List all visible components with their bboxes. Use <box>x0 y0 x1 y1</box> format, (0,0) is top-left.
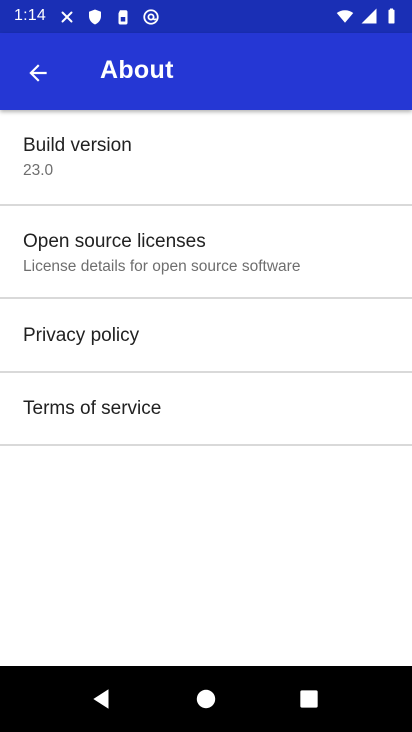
status-time: 1:14 <box>14 7 46 24</box>
open-source-licenses-title: Open source licenses <box>23 231 206 252</box>
nav-home-icon <box>196 689 216 709</box>
build-version-title: Build version <box>23 135 132 156</box>
nav-back-icon <box>93 689 109 709</box>
battery-icon <box>384 7 402 25</box>
app-bar: About <box>0 33 412 110</box>
terms-of-service-item[interactable]: Terms of service <box>0 373 412 446</box>
terms-of-service-title: Terms of service <box>23 398 162 419</box>
sim-card-icon <box>114 8 132 26</box>
notification-icons <box>58 8 160 26</box>
signal-icon <box>360 7 378 25</box>
open-source-licenses-item[interactable]: Open source licenses License details for… <box>0 206 412 299</box>
build-version-item[interactable]: Build version 23.0 <box>0 110 412 206</box>
preferences-list: Build version 23.0 Open source licenses … <box>0 110 412 666</box>
at-sign-icon <box>142 8 160 26</box>
navigation-bar <box>0 666 412 732</box>
wifi-icon <box>336 7 354 25</box>
page-title: About <box>100 56 174 84</box>
close-x-icon <box>58 8 76 26</box>
status-bar: 1:14 <box>0 0 412 33</box>
nav-home-button[interactable] <box>190 683 222 715</box>
shield-icon <box>86 8 104 26</box>
privacy-policy-title: Privacy policy <box>23 325 140 346</box>
system-icons <box>336 7 402 25</box>
open-source-licenses-summary: License details for open source software <box>23 258 301 275</box>
privacy-policy-item[interactable]: Privacy policy <box>0 299 412 373</box>
arrow-back-icon <box>29 64 47 82</box>
back-button[interactable] <box>16 51 60 95</box>
nav-recents-icon <box>300 690 318 708</box>
nav-recents-button[interactable] <box>293 683 325 715</box>
nav-back-button[interactable] <box>86 683 118 715</box>
build-version-value: 23.0 <box>23 162 54 179</box>
